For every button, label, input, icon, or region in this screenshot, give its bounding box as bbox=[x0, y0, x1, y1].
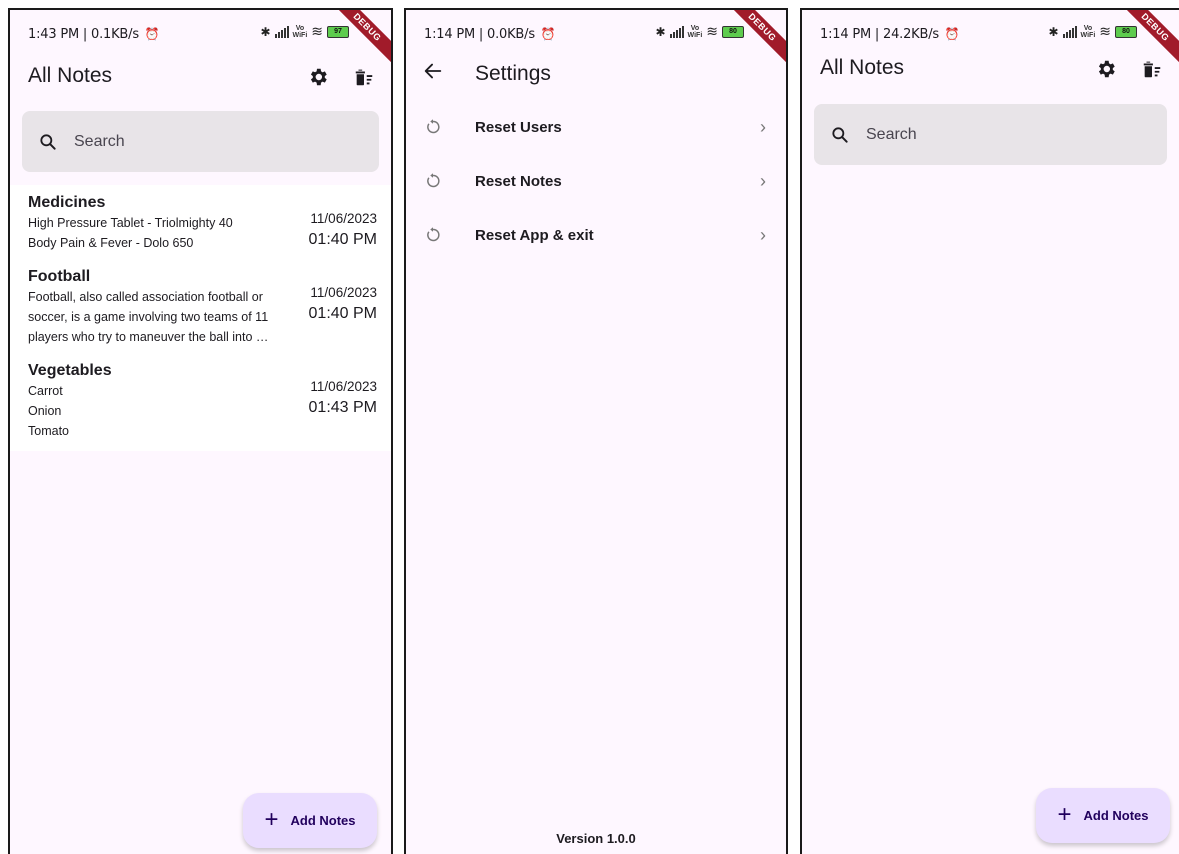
note-body: Football, also called association footba… bbox=[28, 290, 269, 344]
reset-icon bbox=[427, 173, 440, 188]
plus-icon: + bbox=[264, 805, 279, 833]
search-bar[interactable] bbox=[22, 111, 379, 172]
search-input[interactable] bbox=[72, 131, 336, 152]
bluetooth-icon: ✱ bbox=[1048, 24, 1059, 39]
note-item-football[interactable]: Football Football, also called associati… bbox=[10, 267, 391, 347]
phone-screen-settings: 1:14 PM | 0.0KB/s ⏰ ✱ Vo WiFi ≋ 80 DEBUG … bbox=[404, 8, 788, 854]
note-time: 01:43 PM bbox=[308, 399, 377, 416]
search-bar[interactable] bbox=[814, 104, 1167, 165]
setting-label: Reset Notes bbox=[475, 172, 562, 190]
signal-icon bbox=[1062, 25, 1077, 38]
add-notes-button[interactable]: + Add Notes bbox=[1036, 788, 1170, 843]
phone-screen-notes-empty: 1:14 PM | 24.2KB/s ⏰ ✱ Vo WiFi ≋ 80 DEBUG… bbox=[800, 8, 1179, 854]
note-body: Carrot Onion Tomato bbox=[28, 384, 69, 438]
status-time: 1:14 PM | 0.0KB/s bbox=[424, 27, 535, 42]
gear-icon bbox=[310, 68, 327, 86]
signal-icon bbox=[274, 25, 289, 38]
setting-label: Reset App & exit bbox=[475, 226, 594, 244]
note-timestamp: 11/06/2023 01:43 PM bbox=[309, 377, 377, 419]
add-notes-label: Add Notes bbox=[290, 813, 356, 828]
search-icon bbox=[40, 133, 56, 150]
gear-icon bbox=[1098, 60, 1115, 78]
note-timestamp: 11/06/2023 01:40 PM bbox=[309, 209, 377, 251]
note-item-medicines[interactable]: Medicines High Pressure Tablet - Triolmi… bbox=[10, 193, 391, 253]
vowifi-icon: Vo WiFi bbox=[292, 24, 308, 39]
vowifi-icon: Vo WiFi bbox=[687, 24, 703, 39]
chevron-right-icon: › bbox=[760, 170, 766, 191]
note-item-vegetables[interactable]: Vegetables Carrot Onion Tomato 11/06/202… bbox=[10, 361, 391, 441]
appbar-actions bbox=[1095, 58, 1163, 80]
status-icons: ✱ Vo WiFi ≋ 80 bbox=[1048, 23, 1137, 40]
note-date: 11/06/2023 bbox=[310, 211, 377, 226]
delete-all-button[interactable] bbox=[353, 66, 375, 88]
status-bar: 1:14 PM | 0.0KB/s ⏰ ✱ Vo WiFi ≋ 80 DEBUG bbox=[406, 10, 786, 69]
back-arrow-icon bbox=[424, 63, 442, 79]
setting-reset-notes[interactable]: Reset Notes › bbox=[406, 154, 786, 208]
alarm-icon: ⏰ bbox=[144, 27, 160, 41]
setting-reset-app[interactable]: Reset App & exit › bbox=[406, 208, 786, 262]
add-notes-button[interactable]: + Add Notes bbox=[243, 793, 377, 848]
note-time: 01:40 PM bbox=[308, 305, 377, 322]
status-icons: ✱ Vo WiFi ≋ 97 bbox=[260, 23, 349, 40]
add-notes-label: Add Notes bbox=[1083, 808, 1149, 823]
delete-sweep-icon bbox=[1143, 61, 1161, 78]
reset-icon bbox=[427, 227, 440, 242]
settings-list: Reset Users › Reset Notes › Reset App & … bbox=[406, 100, 786, 262]
setting-label: Reset Users bbox=[475, 118, 562, 136]
status-bar: 1:43 PM | 0.1KB/s ⏰ ✱ Vo WiFi ≋ 97 DEBUG bbox=[10, 10, 391, 69]
page-title: All Notes bbox=[28, 64, 113, 87]
settings-button[interactable] bbox=[1095, 58, 1117, 80]
battery-icon: 97 bbox=[327, 25, 349, 38]
vowifi-icon: Vo WiFi bbox=[1080, 24, 1096, 39]
bluetooth-icon: ✱ bbox=[260, 24, 271, 39]
note-date: 11/06/2023 bbox=[310, 379, 377, 394]
delete-all-button[interactable] bbox=[1141, 58, 1163, 80]
page-title: All Notes bbox=[820, 56, 905, 79]
delete-sweep-icon bbox=[355, 69, 373, 86]
status-time: 1:14 PM | 24.2KB/s bbox=[820, 27, 939, 42]
plus-icon: + bbox=[1057, 800, 1072, 828]
alarm-icon: ⏰ bbox=[540, 27, 556, 41]
status-bar: 1:14 PM | 24.2KB/s ⏰ ✱ Vo WiFi ≋ 80 DEBUG bbox=[802, 10, 1179, 69]
bluetooth-icon: ✱ bbox=[655, 24, 666, 39]
settings-button[interactable] bbox=[307, 66, 329, 88]
chevron-right-icon: › bbox=[760, 224, 766, 245]
wifi-icon: ≋ bbox=[311, 23, 323, 39]
appbar-actions bbox=[307, 66, 375, 88]
battery-icon: 80 bbox=[722, 25, 744, 38]
wifi-icon: ≋ bbox=[706, 23, 718, 39]
note-timestamp: 11/06/2023 01:40 PM bbox=[309, 283, 377, 325]
back-button[interactable] bbox=[422, 60, 444, 88]
wifi-icon: ≋ bbox=[1099, 23, 1111, 39]
note-time: 01:40 PM bbox=[308, 231, 377, 248]
app-version: Version 1.0.0 bbox=[556, 831, 636, 846]
phone-screen-notes-list: 1:43 PM | 0.1KB/s ⏰ ✱ Vo WiFi ≋ 97 DEBUG … bbox=[8, 8, 393, 854]
notes-list: Medicines High Pressure Tablet - Triolmi… bbox=[10, 185, 391, 451]
page-title: Settings bbox=[475, 62, 551, 85]
chevron-right-icon: › bbox=[760, 116, 766, 137]
search-input[interactable] bbox=[864, 124, 1128, 145]
search-icon bbox=[832, 126, 848, 143]
setting-reset-users[interactable]: Reset Users › bbox=[406, 100, 786, 154]
reset-icon bbox=[427, 119, 440, 134]
note-body: High Pressure Tablet - Triolmighty 40 Bo… bbox=[28, 216, 233, 250]
signal-icon bbox=[669, 25, 684, 38]
status-time: 1:43 PM | 0.1KB/s bbox=[28, 27, 139, 42]
battery-icon: 80 bbox=[1115, 25, 1137, 38]
status-icons: ✱ Vo WiFi ≋ 80 bbox=[655, 23, 744, 40]
alarm-icon: ⏰ bbox=[944, 27, 960, 41]
note-date: 11/06/2023 bbox=[310, 285, 377, 300]
